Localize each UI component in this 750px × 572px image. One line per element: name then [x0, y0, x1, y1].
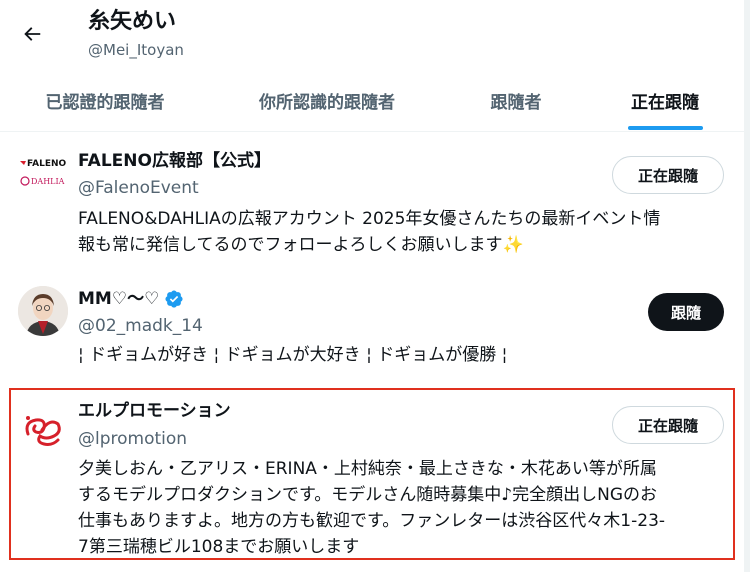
user-name[interactable]: MM♡〜♡: [78, 288, 184, 310]
tab-followers[interactable]: 跟隨者: [466, 68, 566, 132]
bio-line: FALENO&DAHLIAの広報アカウント 2025年女優さんたちの最新イベント…: [78, 209, 661, 229]
user-bio: ¦ ドギョムが好き ¦ ドギョムが大好き ¦ ドギョムが優勝 ¦: [78, 342, 723, 368]
back-arrow-icon: [24, 27, 41, 41]
lpromotion-logo-icon: [18, 404, 68, 454]
bio-line: 報も常に発信してるのでフォローよろしくお願いします✨: [78, 235, 524, 255]
active-tab-indicator: [628, 126, 703, 130]
user-name-text[interactable]: MM♡〜♡: [78, 288, 159, 310]
user-cell-faleno[interactable]: FALENO DAHLIA FALENO広報部【公式】 @FalenoEvent…: [0, 132, 744, 260]
user-handle[interactable]: @FalenoEvent: [78, 177, 199, 199]
bio-line: ¦ ドギョムが好き ¦ ドギョムが大好き ¦ ドギョムが優勝 ¦: [78, 345, 508, 365]
user-cell-mm[interactable]: MM♡〜♡ @02_madk_14 跟隨 ¦ ドギョムが好き ¦ ドギョムが大好…: [0, 270, 744, 380]
bio-line: 7第三瑞穂ビル108までお願いします: [78, 537, 360, 557]
user-cell-lpromotion[interactable]: エルプロモーション @lpromotion 正在跟隨 夕美しおん・乙アリス・ER…: [0, 390, 744, 558]
tab-following[interactable]: 正在跟隨: [610, 68, 720, 132]
scrollbar-track[interactable]: [744, 0, 750, 572]
verified-badge-icon: [165, 290, 183, 308]
back-button[interactable]: [14, 16, 50, 52]
user-handle[interactable]: @02_madk_14: [78, 315, 203, 337]
user-name-text[interactable]: FALENO広報部【公式】: [78, 150, 271, 172]
bio-line: 夕美しおん・乙アリス・ERINA・上村純奈・最上さきな・木花あい等が所属: [78, 459, 657, 479]
tab-verified-followers[interactable]: 已認證的跟隨者: [20, 68, 190, 132]
svg-text:FALENO: FALENO: [27, 159, 66, 169]
user-bio: FALENO&DAHLIAの広報アカウント 2025年女優さんたちの最新イベント…: [78, 206, 723, 258]
faleno-logo-icon: FALENO DAHLIA: [18, 148, 68, 198]
person-photo-icon: [18, 286, 68, 336]
following-button[interactable]: 正在跟隨: [612, 406, 724, 444]
follow-button[interactable]: 跟隨: [648, 293, 724, 331]
avatar[interactable]: [18, 404, 68, 454]
avatar[interactable]: FALENO DAHLIA: [18, 148, 68, 198]
profile-header: 糸矢めい @Mei_Itoyan: [0, 0, 744, 68]
avatar[interactable]: [18, 286, 68, 336]
bio-line: するモデルプロダクションです。モデルさん随時募集中♪完全顔出しNGのお: [78, 485, 658, 505]
profile-handle: @Mei_Itoyan: [88, 41, 184, 59]
svg-text:DAHLIA: DAHLIA: [31, 177, 65, 186]
user-name[interactable]: FALENO広報部【公式】: [78, 150, 271, 172]
user-handle[interactable]: @lpromotion: [78, 428, 187, 450]
page-title: 糸矢めい: [88, 9, 177, 34]
user-name-text[interactable]: エルプロモーション: [78, 400, 231, 422]
user-bio: 夕美しおん・乙アリス・ERINA・上村純奈・最上さきな・木花あい等が所属 するモ…: [78, 456, 723, 560]
following-button[interactable]: 正在跟隨: [612, 156, 724, 194]
tab-followers-you-know[interactable]: 你所認識的跟隨者: [232, 68, 422, 132]
user-name[interactable]: エルプロモーション: [78, 400, 231, 422]
tab-bar: 已認證的跟隨者 你所認識的跟隨者 跟隨者 正在跟隨: [0, 68, 744, 132]
bio-line: 仕事もありますよ。地方の方も歓迎です。ファンレターは渋谷区代々木1-23-: [78, 511, 666, 531]
